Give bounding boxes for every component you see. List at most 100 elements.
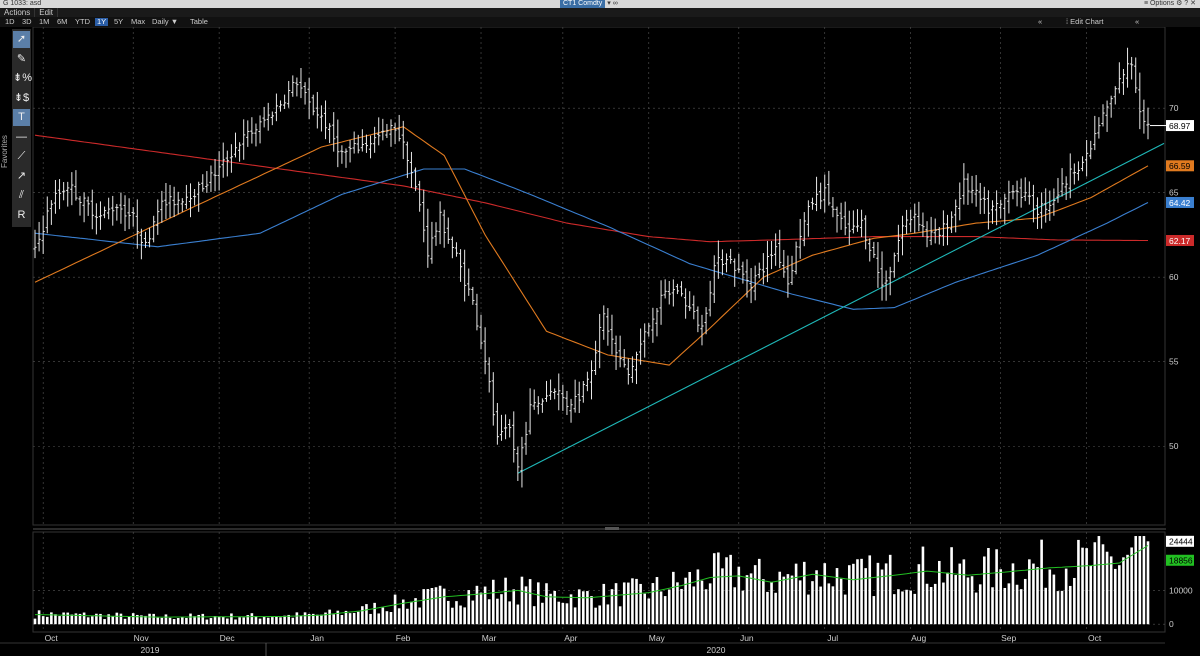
range-5y-button[interactable]: 5Y <box>112 18 125 26</box>
volume-bar <box>164 614 168 625</box>
volume-bar <box>802 561 806 625</box>
volume-bar <box>54 614 57 625</box>
volume-bar <box>618 606 622 625</box>
volume-bar <box>925 583 929 625</box>
volume-bar <box>496 598 499 625</box>
volume-bar <box>897 589 900 625</box>
volume-bar <box>590 596 593 625</box>
volume-bar <box>303 612 307 625</box>
volume-bar <box>479 592 483 625</box>
volume-bar <box>422 589 426 625</box>
volume-bar <box>1142 536 1146 625</box>
link-icon[interactable]: ∞ <box>613 0 618 8</box>
frequency-label: Daily <box>152 17 169 26</box>
volume-bar <box>1097 536 1101 625</box>
range-ytd-button[interactable]: YTD <box>73 18 92 26</box>
volume-bar <box>393 594 397 625</box>
x-tick-label: Jun <box>740 633 754 643</box>
range-3d-button[interactable]: 3D <box>20 18 34 26</box>
volume-bar <box>320 614 323 625</box>
volume-bar <box>786 574 790 625</box>
menu-actions[interactable]: Actions <box>0 8 36 17</box>
x-tick-label: Jan <box>310 633 324 643</box>
volume-bar <box>1118 565 1121 625</box>
volume-bar <box>373 602 376 625</box>
volume-bar <box>978 584 982 625</box>
volume-bar <box>647 598 651 625</box>
range-1y-button[interactable]: 1Y <box>95 18 109 26</box>
volume-bar <box>365 604 368 625</box>
volume-bar <box>418 607 421 625</box>
volume-bar <box>537 582 540 625</box>
volume-bar <box>1081 547 1084 625</box>
range-1m-button[interactable]: 1M <box>37 18 51 26</box>
volume-bar <box>389 611 393 625</box>
volume-bar <box>987 547 990 625</box>
volume-bar <box>185 618 188 625</box>
volume-bar <box>205 619 209 625</box>
x-tick-label: Oct <box>1088 633 1102 643</box>
volume-bar <box>291 617 295 625</box>
volume-bar <box>794 563 798 625</box>
volume-bar <box>762 579 765 625</box>
chevron-down-icon: ▼ <box>170 17 179 26</box>
volume-bar <box>577 589 581 625</box>
volume-bar <box>643 593 646 625</box>
volume-bar <box>381 607 385 625</box>
volume-bar <box>582 591 585 625</box>
volume-bar <box>839 578 843 625</box>
volume-bar <box>770 582 773 625</box>
volume-bar <box>545 583 548 625</box>
range-6m-button[interactable]: 6M <box>55 18 69 26</box>
volume-bar <box>58 616 61 625</box>
edit-chart-button[interactable]: ⁞ Edit Chart <box>1066 17 1104 27</box>
volume-bar <box>876 562 880 625</box>
options-label: Options <box>1149 0 1175 7</box>
volume-bar <box>561 602 565 625</box>
volume-bar <box>234 619 237 625</box>
volume-bar <box>606 604 610 625</box>
volume-bar <box>70 614 74 625</box>
collapse-right-icon[interactable]: « <box>1135 17 1139 27</box>
volume-bar <box>475 585 479 625</box>
x-tick-label: Nov <box>134 633 150 643</box>
range-max-button[interactable]: Max <box>129 18 147 26</box>
volume-bar <box>512 589 516 625</box>
table-button[interactable]: Table <box>188 18 210 26</box>
menu-edit[interactable]: Edit <box>35 8 59 17</box>
x-tick-label: Apr <box>564 633 577 643</box>
volume-bar <box>119 613 123 625</box>
volume-bar <box>1011 563 1015 625</box>
volume-bar <box>487 599 491 625</box>
volume-bar <box>860 558 863 625</box>
volume-bar <box>725 557 728 625</box>
price-chart[interactable]: Oct Nov Dec Jan Feb Mar Apr May Jun Jul Aug Sep Oct 2… <box>0 27 1200 656</box>
volume-bar <box>250 613 254 625</box>
volume-bar <box>655 577 659 625</box>
volume-bar <box>614 583 618 625</box>
volume-bar <box>66 612 70 625</box>
volume-bar <box>266 617 270 625</box>
x-year-label: 2020 <box>707 645 726 655</box>
range-1d-button[interactable]: 1D <box>3 18 17 26</box>
dropdown-icon[interactable]: ▾ <box>605 0 612 8</box>
volume-bar <box>1019 589 1023 625</box>
y-tick-label: 55 <box>1169 357 1179 367</box>
volume-bar <box>377 613 381 625</box>
options-menu[interactable]: ≡ Options ⚙ ? ✕ <box>1144 0 1196 8</box>
volume-bar <box>696 569 700 625</box>
frequency-select[interactable]: Daily ▼ <box>150 18 180 26</box>
collapse-left-icon[interactable]: « <box>1038 17 1042 27</box>
volume-bar <box>565 603 569 625</box>
panel-resize-handle <box>605 527 619 530</box>
volume-bar <box>156 617 160 625</box>
volume-bar <box>835 568 839 625</box>
volume-bar <box>586 591 589 625</box>
volume-bar <box>741 590 745 625</box>
volume-bar <box>295 612 299 625</box>
volume-bar <box>50 612 53 625</box>
ticker-field[interactable]: CT1 Comdty <box>560 0 606 8</box>
settings-icon[interactable]: ⚙ ? ✕ <box>1176 0 1196 7</box>
volume-bar <box>258 618 262 625</box>
volume-bar <box>942 582 945 625</box>
